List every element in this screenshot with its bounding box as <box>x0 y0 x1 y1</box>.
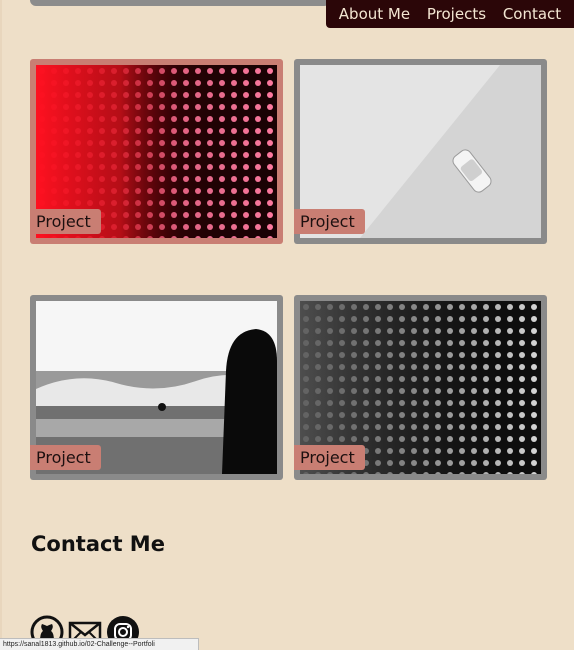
project-card[interactable]: Project <box>30 295 283 480</box>
nav-about-me[interactable]: About Me <box>335 5 414 23</box>
project-label: Project <box>30 209 101 234</box>
project-card[interactable]: Project <box>294 295 547 480</box>
navbar: About Me Projects Contact <box>326 0 574 28</box>
project-label: Project <box>294 209 365 234</box>
project-card[interactable]: Project <box>30 59 283 244</box>
header-bar-remnant <box>30 0 330 6</box>
nav-projects[interactable]: Projects <box>423 5 490 23</box>
project-label: Project <box>30 445 101 470</box>
nav-contact[interactable]: Contact <box>499 5 565 23</box>
project-label: Project <box>294 445 365 470</box>
contact-heading: Contact Me <box>31 532 165 556</box>
page-edge <box>0 0 2 650</box>
project-card[interactable]: Project <box>294 59 547 244</box>
status-bar-url: https://sanal1813.github.io/02-Challenge… <box>0 638 199 650</box>
